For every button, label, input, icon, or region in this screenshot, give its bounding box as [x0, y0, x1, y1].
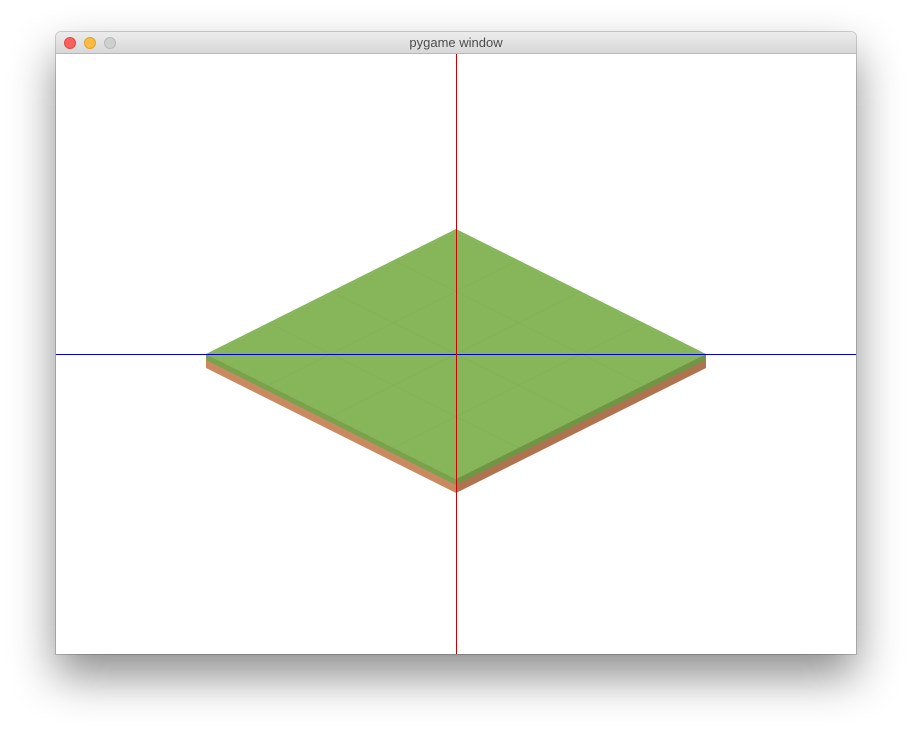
pygame-window: pygame window — [56, 32, 856, 654]
title-bar[interactable]: pygame window — [56, 32, 856, 54]
game-canvas[interactable] — [56, 54, 856, 654]
window-title: pygame window — [409, 35, 503, 50]
scene-svg — [56, 54, 856, 654]
